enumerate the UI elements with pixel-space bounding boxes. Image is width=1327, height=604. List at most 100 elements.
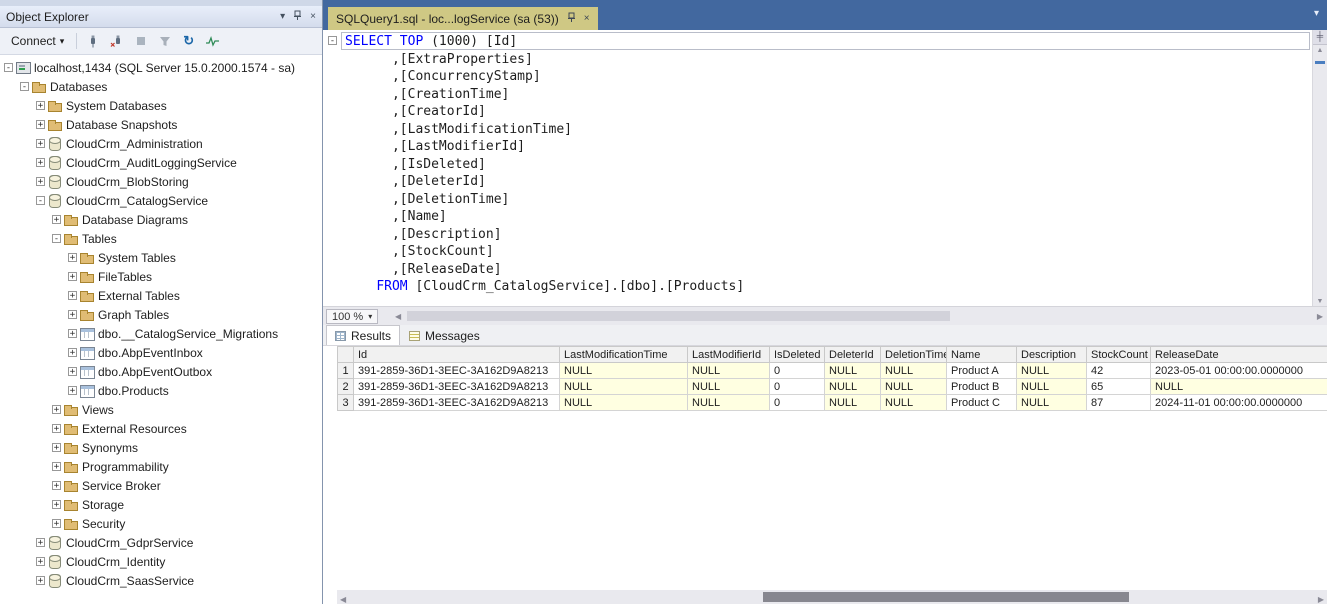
expand-toggle-icon[interactable]: +	[68, 291, 77, 300]
expand-toggle-icon[interactable]: +	[52, 443, 61, 452]
tree-item[interactable]: +External Resources	[0, 419, 321, 438]
code-line[interactable]: ,[IsDeleted]	[345, 156, 1310, 174]
results-horizontal-scrollbar[interactable]: ◀ ▶	[337, 590, 1327, 604]
zoom-dropdown[interactable]: 100 % ▾	[326, 309, 378, 324]
scroll-right-icon[interactable]: ▶	[1318, 595, 1324, 604]
expand-toggle-icon[interactable]: -	[36, 196, 45, 205]
grid-cell[interactable]: NULL	[881, 379, 947, 395]
window-position-dropdown-icon[interactable]: ▾	[280, 12, 285, 22]
expand-toggle-icon[interactable]: +	[68, 253, 77, 262]
grid-cell[interactable]: NULL	[560, 363, 688, 379]
grid-cell[interactable]: 87	[1087, 395, 1151, 411]
grid-cell[interactable]: Product A	[947, 363, 1017, 379]
grid-cell[interactable]: 391-2859-36D1-3EEC-3A162D9A8213	[354, 363, 560, 379]
grid-cell[interactable]: NULL	[688, 363, 770, 379]
expand-toggle-icon[interactable]: +	[68, 386, 77, 395]
code-line[interactable]: ,[DeletionTime]	[345, 191, 1310, 209]
grid-cell[interactable]: 0	[770, 379, 825, 395]
stop-icon[interactable]	[132, 33, 149, 50]
refresh-icon[interactable]: ↻	[180, 33, 197, 50]
grid-cell[interactable]: 391-2859-36D1-3EEC-3A162D9A8213	[354, 379, 560, 395]
code-line[interactable]: ,[CreatorId]	[345, 103, 1310, 121]
code-fold-icon[interactable]: -	[328, 36, 337, 45]
tree-item[interactable]: +dbo.Products	[0, 381, 321, 400]
grid-cell[interactable]: 391-2859-36D1-3EEC-3A162D9A8213	[354, 395, 560, 411]
code-line[interactable]: ,[ReleaseDate]	[345, 261, 1310, 279]
scrollbar-thumb[interactable]	[763, 592, 1129, 602]
expand-toggle-icon[interactable]: +	[36, 158, 45, 167]
tree-item[interactable]: +Database Snapshots	[0, 115, 321, 134]
column-header[interactable]: ReleaseDate	[1151, 347, 1327, 363]
expand-toggle-icon[interactable]: -	[20, 82, 29, 91]
grid-cell[interactable]: 0	[770, 395, 825, 411]
code-line[interactable]: ,[Name]	[345, 208, 1310, 226]
expand-toggle-icon[interactable]: +	[68, 329, 77, 338]
column-header[interactable]: Name	[947, 347, 1017, 363]
code-line[interactable]: ,[ConcurrencyStamp]	[345, 68, 1310, 86]
column-header[interactable]: LastModifierId	[688, 347, 770, 363]
tree-item[interactable]: +dbo.AbpEventOutbox	[0, 362, 321, 381]
expand-toggle-icon[interactable]: +	[52, 405, 61, 414]
scroll-right-icon[interactable]: ▶	[1317, 312, 1323, 321]
expand-toggle-icon[interactable]: +	[36, 101, 45, 110]
grid-cell[interactable]: NULL	[1017, 363, 1087, 379]
column-header[interactable]: IsDeleted	[770, 347, 825, 363]
expand-toggle-icon[interactable]: +	[36, 120, 45, 129]
expand-toggle-icon[interactable]: +	[52, 481, 61, 490]
grid-cell[interactable]: NULL	[825, 379, 881, 395]
close-icon[interactable]: ×	[310, 12, 316, 22]
grid-cell[interactable]: NULL	[688, 379, 770, 395]
grid-cell[interactable]: NULL	[560, 395, 688, 411]
connect-server-icon[interactable]	[84, 33, 101, 50]
tree-item[interactable]: -Databases	[0, 77, 321, 96]
tree-item[interactable]: +FileTables	[0, 267, 321, 286]
expand-toggle-icon[interactable]: -	[4, 63, 13, 72]
object-explorer-titlebar[interactable]: Object Explorer ▾ ×	[0, 6, 322, 28]
tab-messages[interactable]: Messages	[400, 325, 489, 345]
expand-toggle-icon[interactable]: +	[68, 272, 77, 281]
expand-toggle-icon[interactable]: +	[68, 310, 77, 319]
code-line[interactable]: ,[CreationTime]	[345, 86, 1310, 104]
tree-item[interactable]: +CloudCrm_GdprService	[0, 533, 321, 552]
grid-cell[interactable]: NULL	[825, 395, 881, 411]
tree-item[interactable]: +Graph Tables	[0, 305, 321, 324]
tree-item[interactable]: +Security	[0, 514, 321, 533]
expand-toggle-icon[interactable]: +	[36, 557, 45, 566]
column-header[interactable]: Id	[354, 347, 560, 363]
expand-toggle-icon[interactable]: +	[68, 367, 77, 376]
tree-item[interactable]: -Tables	[0, 229, 321, 248]
scroll-up-icon[interactable]: ▲	[1313, 45, 1327, 57]
editor-vertical-scrollbar[interactable]: ╪ ▲ ▼	[1312, 30, 1327, 306]
scroll-left-icon[interactable]: ◀	[340, 595, 346, 604]
grid-cell[interactable]: NULL	[825, 363, 881, 379]
row-header[interactable]: 2	[338, 379, 354, 395]
column-header[interactable]: Description	[1017, 347, 1087, 363]
tree-item[interactable]: +System Tables	[0, 248, 321, 267]
tree-item[interactable]: +Storage	[0, 495, 321, 514]
grid-cell[interactable]: NULL	[881, 395, 947, 411]
row-header[interactable]: 3	[338, 395, 354, 411]
tree-item[interactable]: +CloudCrm_Administration	[0, 134, 321, 153]
code-line[interactable]: ,[LastModificationTime]	[345, 121, 1310, 139]
code-line[interactable]: ,[Description]	[345, 226, 1310, 244]
expand-toggle-icon[interactable]: +	[52, 215, 61, 224]
tree-item[interactable]: +CloudCrm_AuditLoggingService	[0, 153, 321, 172]
expand-toggle-icon[interactable]: +	[52, 462, 61, 471]
column-header[interactable]: DeleterId	[825, 347, 881, 363]
scroll-left-icon[interactable]: ◀	[395, 312, 401, 321]
editor-horizontal-scrollbar[interactable]: ◀ ▶	[391, 307, 1327, 325]
tab-sqlquery1[interactable]: SQLQuery1.sql - loc...logService (sa (53…	[328, 7, 598, 30]
expand-toggle-icon[interactable]: +	[36, 576, 45, 585]
tree-item[interactable]: +CloudCrm_BlobStoring	[0, 172, 321, 191]
tree-item[interactable]: -localhost,1434 (SQL Server 15.0.2000.15…	[0, 58, 321, 77]
expand-toggle-icon[interactable]: +	[52, 519, 61, 528]
expand-toggle-icon[interactable]: +	[36, 177, 45, 186]
code-line[interactable]: ,[DeleterId]	[345, 173, 1310, 191]
activity-monitor-icon[interactable]	[204, 33, 221, 50]
expand-toggle-icon[interactable]: -	[52, 234, 61, 243]
grid-cell[interactable]: NULL	[881, 363, 947, 379]
expand-toggle-icon[interactable]: +	[36, 139, 45, 148]
tree-item[interactable]: -CloudCrm_CatalogService	[0, 191, 321, 210]
tree-item[interactable]: +Database Diagrams	[0, 210, 321, 229]
tree-item[interactable]: +Programmability	[0, 457, 321, 476]
